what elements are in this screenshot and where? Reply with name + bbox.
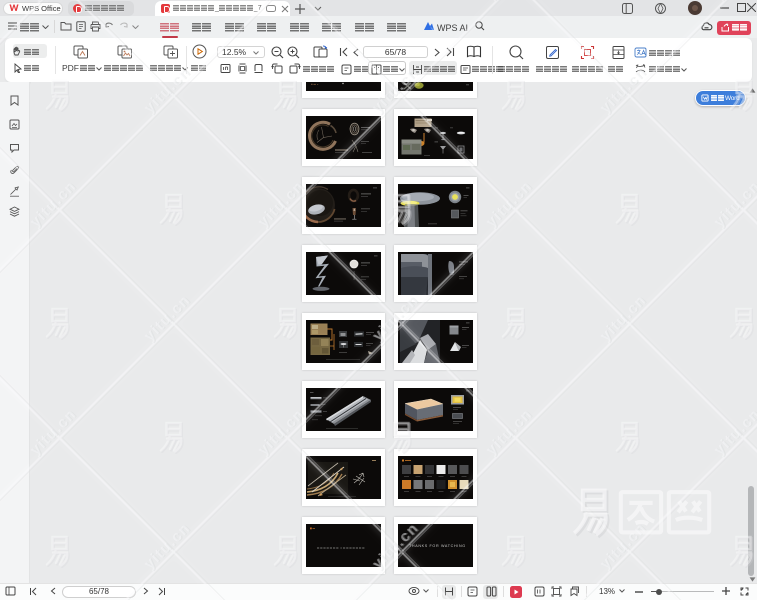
svg-text:THANKS FOR WATCHING: THANKS FOR WATCHING [409, 544, 466, 548]
